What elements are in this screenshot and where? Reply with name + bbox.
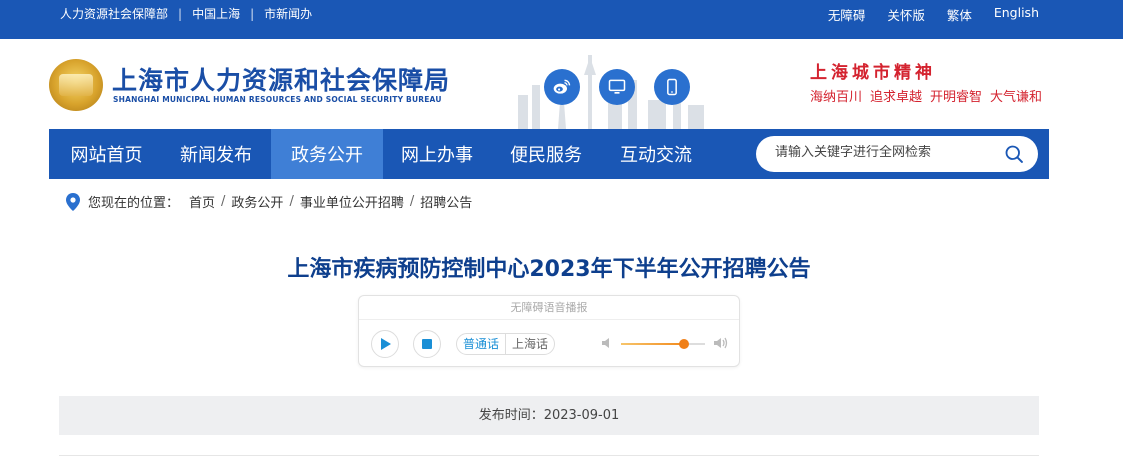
language-toggle: 普通话 上海话 [456,333,556,355]
spirit-word: 大气谦和 [990,90,1043,105]
top-links-left: 人力资源社会保障部 | 中国上海 | 市新闻办 [60,5,312,22]
desktop-icon [608,79,626,94]
link-accessibility[interactable]: 无障碍 [828,5,866,24]
search-input[interactable] [775,145,995,160]
link-traditional-chinese[interactable]: 繁体 [947,5,972,24]
breadcrumb-announcement[interactable]: 招聘公告 [420,192,472,211]
player-header: 无障碍语音播报 [359,296,739,320]
main-nav: 网站首页 新闻发布 政务公开 网上办事 便民服务 互动交流 [49,129,1049,179]
play-button[interactable] [371,330,399,358]
site-title[interactable]: 上海市人力资源和社会保障局 [112,61,450,97]
breadcrumb-government-affairs[interactable]: 政务公开 [231,192,283,211]
nav-item-interaction[interactable]: 互动交流 [601,129,711,179]
nav-item-online-services[interactable]: 网上办事 [382,129,492,179]
mobile-button[interactable] [654,69,690,105]
weibo-button[interactable] [544,69,580,105]
volume-slider-knob[interactable] [679,339,689,349]
nav-item-government-affairs[interactable]: 政务公开 [271,129,383,179]
link-china-shanghai[interactable]: 中国上海 [192,5,240,22]
top-links-right: 无障碍 关怀版 繁体 English [828,5,1039,24]
link-care-version[interactable]: 关怀版 [887,5,925,24]
volume-low-icon[interactable] [600,336,614,350]
volume-high-icon[interactable] [713,336,729,350]
stop-icon [422,339,432,349]
city-spirit-words: 海纳百川 追求卓越 开明睿智 大气谦和 [810,86,1042,105]
lang-mandarin-button[interactable]: 普通话 [457,334,505,354]
volume-slider[interactable] [621,339,705,349]
location-pin-icon [66,192,80,211]
top-bar: 人力资源社会保障部 | 中国上海 | 市新闻办 无障碍 关怀版 繁体 Engli… [0,0,1123,39]
page-title: 上海市疾病预防控制中心2023年下半年公开招聘公告 [287,257,811,282]
link-mohrss[interactable]: 人力资源社会保障部 [60,5,168,22]
voice-broadcast-player: 无障碍语音播报 普通话 上海话 [358,295,740,367]
breadcrumb-recruitment[interactable]: 事业单位公开招聘 [300,192,404,211]
publish-info: 发布时间：2023-09-01 [59,396,1039,435]
nav-item-home[interactable]: 网站首页 [49,129,164,179]
breadcrumb-home[interactable]: 首页 [189,192,215,211]
spirit-word: 开明睿智 [930,90,983,105]
spirit-word: 海纳百川 [810,90,863,105]
site-search [756,136,1038,172]
mobile-icon [667,78,677,96]
desktop-button[interactable] [599,69,635,105]
nav-item-public-services[interactable]: 便民服务 [491,129,601,179]
link-press-office[interactable]: 市新闻办 [264,5,312,22]
bureau-logo-icon[interactable] [49,59,103,111]
search-icon[interactable] [1004,144,1024,164]
volume-slider-fill [621,343,684,345]
spirit-word: 追求卓越 [870,90,923,105]
breadcrumb-separator: / [221,194,226,209]
site-subtitle: SHANGHAI MUNICIPAL HUMAN RESOURCES AND S… [113,95,442,104]
breadcrumb-label: 您现在的位置： [88,196,180,211]
lang-shanghainese-button[interactable]: 上海话 [505,334,554,354]
weibo-icon [553,79,571,94]
breadcrumb-separator: / [289,194,294,209]
breadcrumb: 您现在的位置： 首页 / 政务公开 / 事业单位公开招聘 / 招聘公告 [66,192,472,211]
top-link-separator: | [178,6,183,21]
play-icon [381,338,391,350]
nav-item-news[interactable]: 新闻发布 [162,129,270,179]
stop-button[interactable] [413,330,441,358]
top-link-separator: | [250,6,255,21]
link-english[interactable]: English [994,5,1039,24]
city-spirit-title: 上海城市精神 [810,63,936,83]
content-divider [59,455,1039,456]
site-header: 上海市人力资源和社会保障局 SHANGHAI MUNICIPAL HUMAN R… [0,39,1123,129]
breadcrumb-separator: / [409,194,415,209]
